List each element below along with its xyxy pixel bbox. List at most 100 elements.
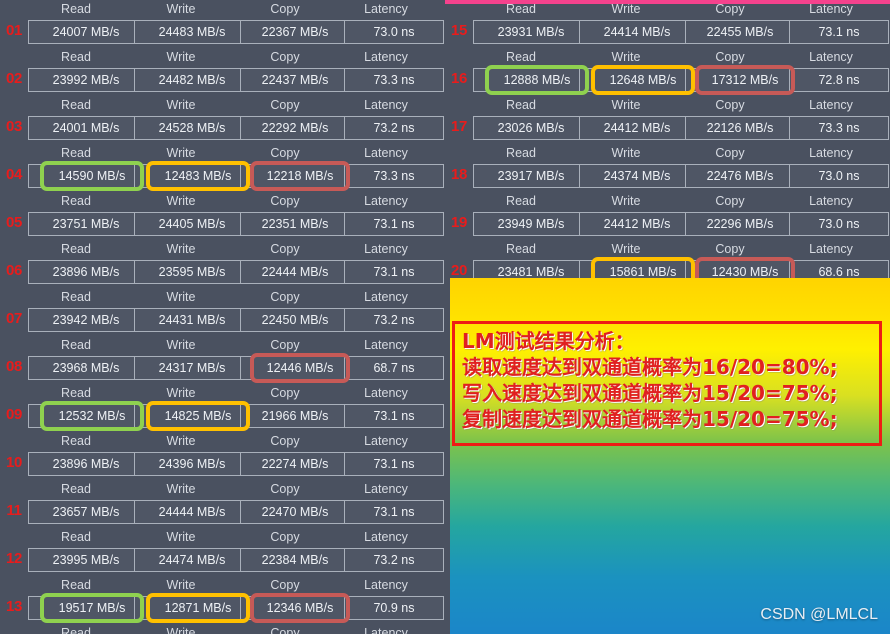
- column-header-latency: Latency: [333, 530, 439, 544]
- value-cell-read: 23949 MB/s: [473, 212, 589, 236]
- column-header-group: ReadWriteCopyLatency: [0, 576, 445, 596]
- column-header-copy: Copy: [232, 290, 338, 304]
- table-row: ReadWriteCopyLatency0823968 MB/s24317 MB…: [0, 336, 445, 384]
- table-row: ReadWriteCopyLatency0223992 MB/s24482 MB…: [0, 48, 445, 96]
- column-header-latency: Latency: [333, 626, 439, 634]
- value-cell-copy: 22367 MB/s: [240, 20, 350, 44]
- column-header-copy: Copy: [677, 50, 783, 64]
- column-header-read: Read: [23, 194, 129, 208]
- column-header-write: Write: [128, 386, 234, 400]
- results-panel-left: ReadWriteCopyLatency0124007 MB/s24483 MB…: [0, 0, 445, 634]
- screenshot-root: ReadWriteCopyLatency0124007 MB/s24483 MB…: [0, 0, 890, 634]
- column-header-write: Write: [573, 194, 679, 208]
- column-header-latency: Latency: [333, 194, 439, 208]
- column-header-copy: Copy: [232, 386, 338, 400]
- value-cell-write: 23595 MB/s: [134, 260, 250, 284]
- value-cell-copy: [240, 596, 350, 620]
- value-cell-write: 24405 MB/s: [134, 212, 250, 236]
- value-cell-copy: 22296 MB/s: [685, 212, 795, 236]
- table-row: ReadWriteCopyLatency0623896 MB/s23595 MB…: [0, 240, 445, 288]
- table-row: ReadWriteCopyLatency0912532 MB/s14825 MB…: [0, 384, 445, 432]
- value-cell-read: [28, 164, 144, 188]
- column-header-group: ReadWriteCopyLatency: [0, 624, 445, 634]
- row-number: 04: [2, 166, 26, 183]
- column-header-group: ReadWriteCopyLatency: [0, 192, 445, 212]
- value-cell-read: 23917 MB/s: [473, 164, 589, 188]
- row-number: 03: [2, 118, 26, 135]
- column-header-latency: Latency: [333, 578, 439, 592]
- column-header-read: Read: [23, 50, 129, 64]
- value-cell-copy: 22351 MB/s: [240, 212, 350, 236]
- value-cell-copy: 22384 MB/s: [240, 548, 350, 572]
- row-number: 05: [2, 214, 26, 231]
- column-header-read: Read: [468, 50, 574, 64]
- value-cell-copy: 22444 MB/s: [240, 260, 350, 284]
- column-header-copy: Copy: [232, 338, 338, 352]
- column-header-copy: Copy: [232, 482, 338, 496]
- column-header-copy: Copy: [232, 242, 338, 256]
- column-header-read: Read: [23, 2, 129, 16]
- value-cell-copy: 22470 MB/s: [240, 500, 350, 524]
- column-header-latency: Latency: [333, 290, 439, 304]
- value-cell-write: 24414 MB/s: [579, 20, 695, 44]
- column-header-write: Write: [573, 98, 679, 112]
- column-header-latency: Latency: [778, 2, 884, 16]
- value-cell-read: 23995 MB/s: [28, 548, 144, 572]
- value-cell-write: 24431 MB/s: [134, 308, 250, 332]
- column-header-group: ReadWriteCopyLatency: [0, 240, 445, 260]
- column-header-group: ReadWriteCopyLatency: [445, 240, 890, 260]
- row-number: 01: [2, 22, 26, 39]
- column-header-latency: Latency: [333, 146, 439, 160]
- column-header-read: Read: [23, 146, 129, 160]
- column-header-read: Read: [23, 98, 129, 112]
- row-number: 12: [2, 550, 26, 567]
- column-header-write: Write: [128, 146, 234, 160]
- value-cell-read: 23896 MB/s: [28, 452, 144, 476]
- value-cell-write: [134, 404, 250, 428]
- column-header-read: Read: [23, 290, 129, 304]
- value-cell-copy: [240, 164, 350, 188]
- row-number: 16: [447, 70, 471, 87]
- column-header-latency: Latency: [333, 98, 439, 112]
- value-cell-latency: 73.1 ns: [344, 260, 444, 284]
- column-header-read: Read: [23, 386, 129, 400]
- value-cell-read: [473, 68, 589, 92]
- value-cell-write: 24396 MB/s: [134, 452, 250, 476]
- column-header-group: ReadWriteCopyLatency: [0, 336, 445, 356]
- column-header-read: Read: [468, 242, 574, 256]
- column-header-latency: Latency: [333, 482, 439, 496]
- results-rows-right: ReadWriteCopyLatency1523931 MB/s24414 MB…: [445, 0, 890, 288]
- value-cell-copy: 22476 MB/s: [685, 164, 795, 188]
- analysis-note-line: 复制速度达到双通道概率为15/20=75%;: [462, 406, 882, 432]
- column-header-read: Read: [23, 338, 129, 352]
- column-header-copy: Copy: [677, 194, 783, 208]
- value-cell-copy: [685, 68, 795, 92]
- value-cell-latency: 73.2 ns: [344, 116, 444, 140]
- column-header-copy: Copy: [232, 434, 338, 448]
- table-row: ReadWriteCopyLatency0723942 MB/s24431 MB…: [0, 288, 445, 336]
- value-cell-copy: [240, 356, 350, 380]
- column-header-group: ReadWriteCopyLatency: [0, 384, 445, 404]
- value-cell-latency: 73.2 ns: [344, 308, 444, 332]
- column-header-write: Write: [128, 290, 234, 304]
- column-header-read: Read: [468, 98, 574, 112]
- row-number: 18: [447, 166, 471, 183]
- column-header-write: Write: [128, 2, 234, 16]
- value-cell-write: 24528 MB/s: [134, 116, 250, 140]
- value-cell-write: 24474 MB/s: [134, 548, 250, 572]
- column-header-group: ReadWriteCopyLatency: [0, 432, 445, 452]
- column-header-write: Write: [573, 2, 679, 16]
- column-header-copy: Copy: [232, 146, 338, 160]
- table-row: ReadWriteCopyLatency0124007 MB/s24483 MB…: [0, 0, 445, 48]
- table-row: ReadWriteCopyLatency1523931 MB/s24414 MB…: [445, 0, 890, 48]
- column-header-latency: Latency: [333, 2, 439, 16]
- column-header-copy: Copy: [232, 98, 338, 112]
- column-header-write: Write: [128, 98, 234, 112]
- row-number: 17: [447, 118, 471, 135]
- results-rows-left: ReadWriteCopyLatency0124007 MB/s24483 MB…: [0, 0, 445, 634]
- table-row: ReadWriteCopyLatency1223995 MB/s24474 MB…: [0, 528, 445, 576]
- value-cell-read: [28, 596, 144, 620]
- value-cell-read: 23968 MB/s: [28, 356, 144, 380]
- column-header-copy: Copy: [232, 50, 338, 64]
- column-header-latency: Latency: [333, 50, 439, 64]
